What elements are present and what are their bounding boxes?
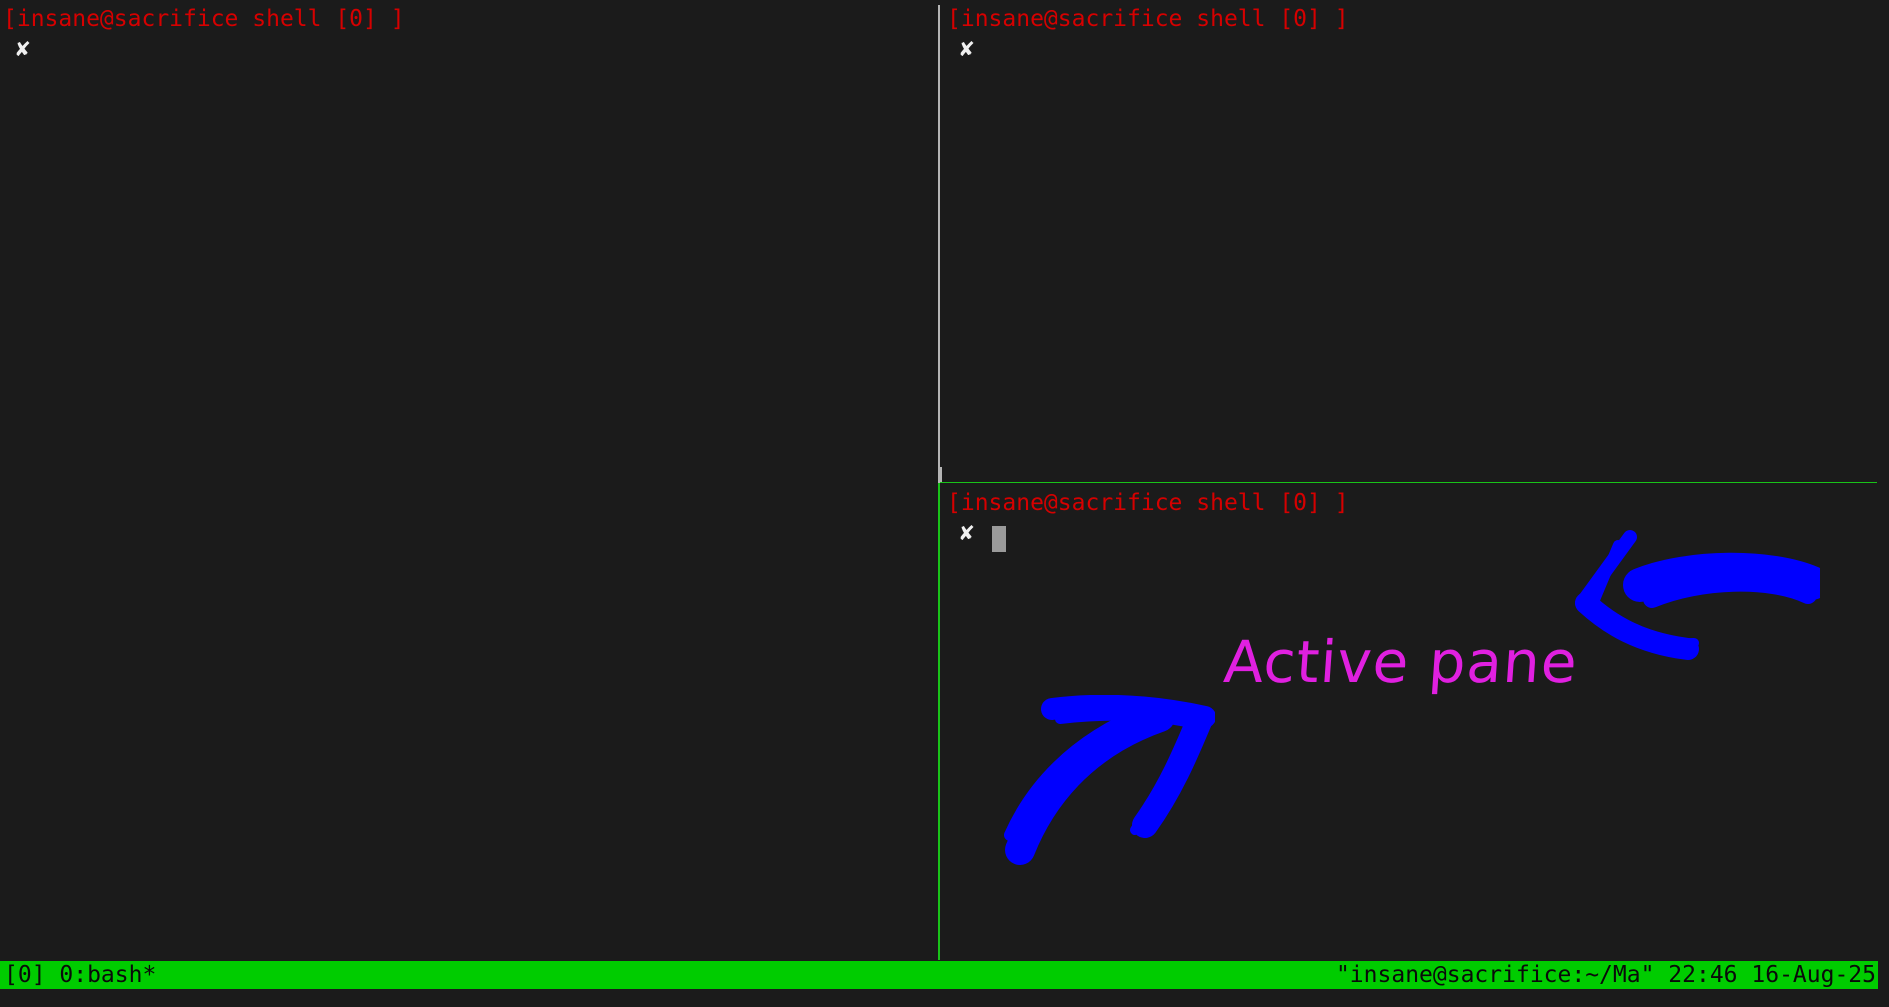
shell-prompt: [insane@sacrifice shell [0] ] — [3, 6, 405, 32]
prompt-x-icon: ✘ — [960, 520, 974, 546]
pane-left[interactable]: [insane@sacrifice shell [0] ] ✘ — [0, 0, 938, 960]
pane-divider-junction — [938, 467, 942, 483]
prompt-x-icon: ✘ — [16, 36, 30, 62]
pane-top-right[interactable]: [insane@sacrifice shell [0] ] ✘ — [940, 0, 1889, 467]
status-host-clock: "insane@sacrifice:~/Ma" 22:46 16-Aug-25 — [1335, 962, 1876, 988]
pane-divider-horizontal-active[interactable] — [940, 482, 1877, 483]
pane-divider-vertical-active[interactable] — [938, 467, 940, 960]
status-window-list[interactable]: [0] 0:bash* — [4, 961, 156, 989]
shell-prompt: [insane@sacrifice shell [0] ] — [947, 6, 1349, 32]
annotation-label: Active pane — [1221, 628, 1581, 696]
annotation-arrow-left-icon — [1575, 530, 1820, 660]
shell-prompt: [insane@sacrifice shell [0] ] — [947, 490, 1349, 516]
prompt-x-icon: ✘ — [960, 36, 974, 62]
terminal-screen: [insane@sacrifice shell [0] ] ✘ [insane@… — [0, 0, 1889, 1007]
tmux-status-bar: [0] 0:bash* "insane@sacrifice:~/Ma" 22:4… — [0, 961, 1878, 989]
annotation-arrow-up-right-icon — [1004, 695, 1215, 865]
pane-divider-vertical-inactive[interactable] — [938, 5, 940, 467]
terminal-cursor[interactable] — [992, 526, 1006, 552]
